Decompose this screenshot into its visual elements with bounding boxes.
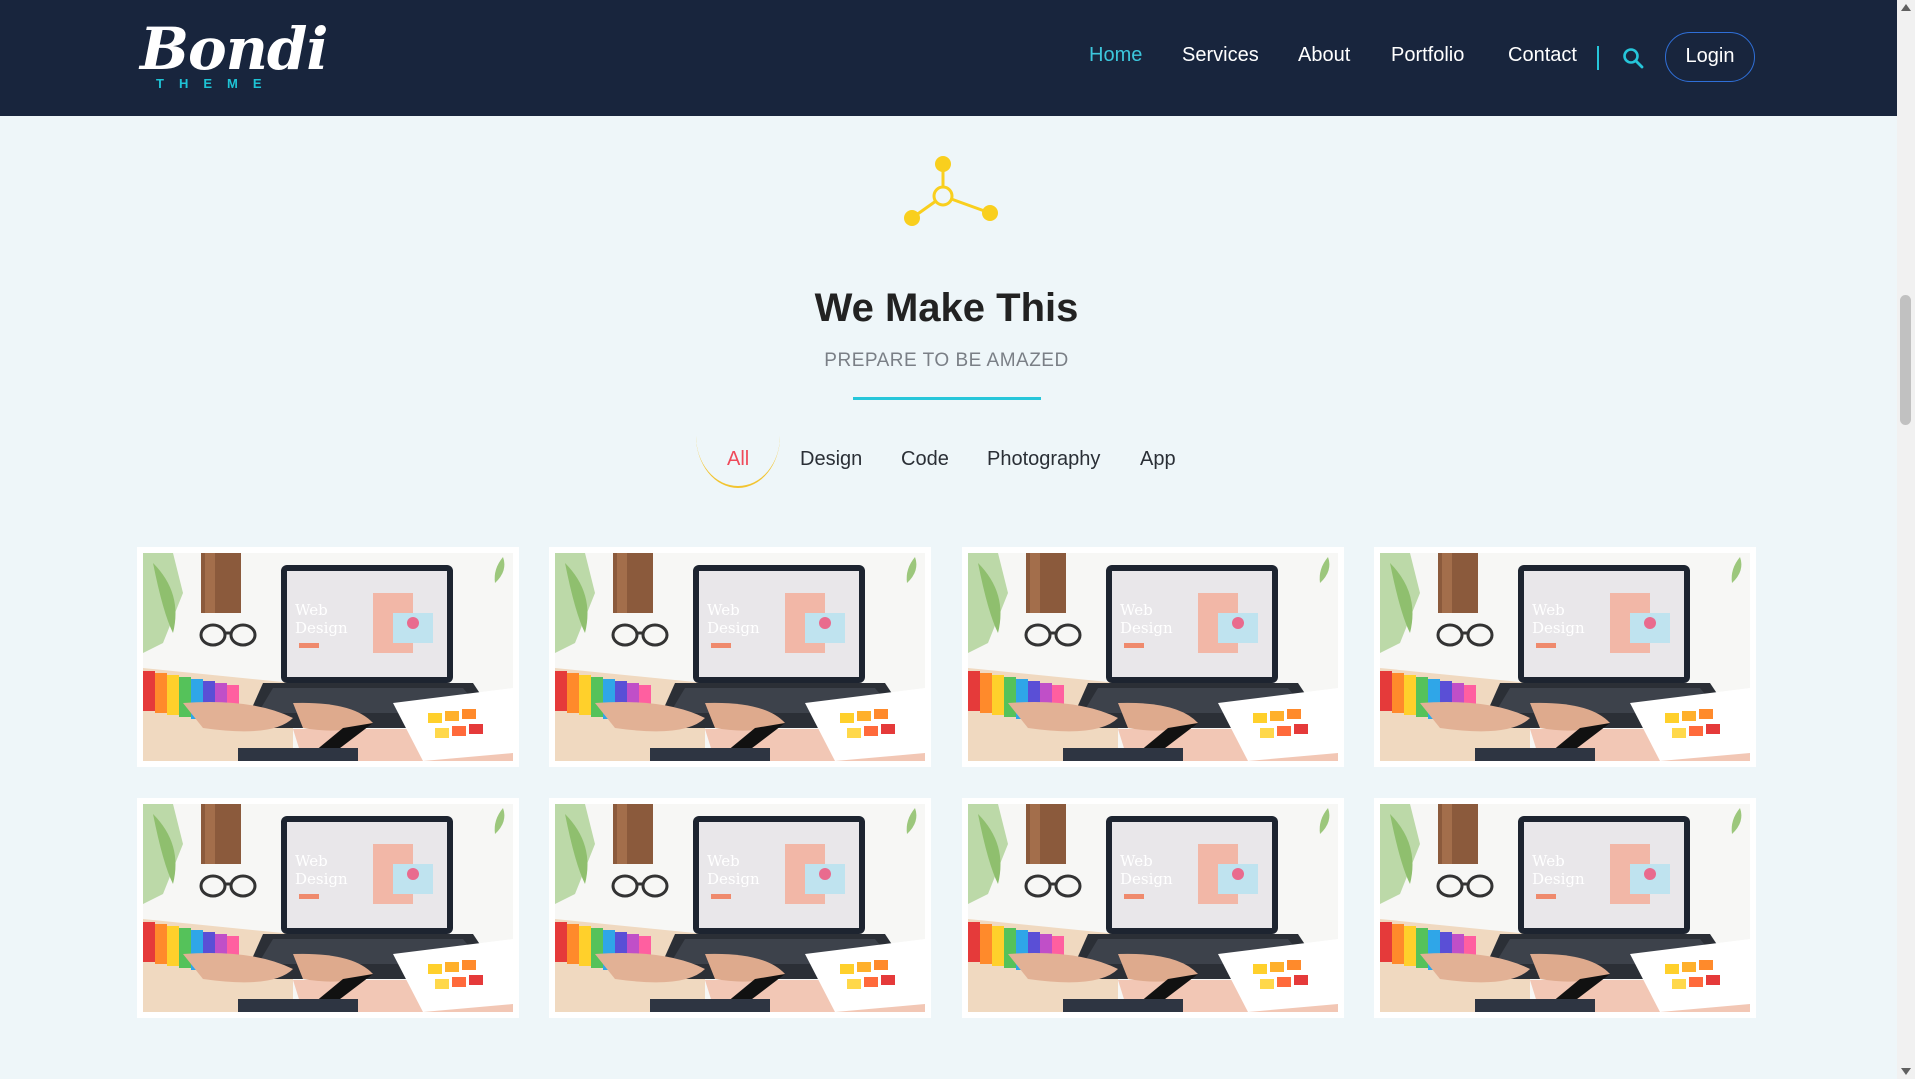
- section-subtitle: PREPARE TO BE AMAZED: [824, 350, 1069, 371]
- nav-link-portfolio[interactable]: Portfolio: [1391, 44, 1464, 67]
- filter-photography[interactable]: Photography: [987, 448, 1100, 471]
- nav-link-about[interactable]: About: [1298, 44, 1350, 67]
- portfolio-thumbnail: [968, 553, 1338, 761]
- filter-code[interactable]: Code: [901, 448, 949, 471]
- portfolio-item[interactable]: [962, 798, 1344, 1018]
- portfolio-thumbnail: [143, 553, 513, 761]
- share-network-icon: [904, 156, 998, 226]
- portfolio-thumbnail: [143, 804, 513, 1012]
- scrollbar-thumb[interactable]: [1900, 295, 1911, 425]
- title-underline: [853, 397, 1041, 400]
- brand-logo[interactable]: Bondi THEME: [138, 14, 328, 96]
- nav-link-services[interactable]: Services: [1182, 44, 1259, 67]
- portfolio-thumbnail: [968, 804, 1338, 1012]
- filter-design[interactable]: Design: [800, 448, 862, 471]
- brand-logo-tagline: THEME: [156, 76, 277, 91]
- page-scrollbar[interactable]: [1897, 0, 1915, 1079]
- nav-link-contact[interactable]: Contact: [1508, 44, 1577, 67]
- portfolio-item[interactable]: [137, 798, 519, 1018]
- portfolio-item[interactable]: [962, 547, 1344, 767]
- brand-logo-name: Bondi: [140, 15, 328, 83]
- nav-divider: [1597, 46, 1599, 70]
- portfolio-item[interactable]: [549, 798, 931, 1018]
- portfolio-item[interactable]: [1374, 547, 1756, 767]
- portfolio-thumbnail: [555, 804, 925, 1012]
- filter-app[interactable]: App: [1140, 448, 1176, 471]
- scroll-down-arrow-icon[interactable]: [1901, 1068, 1911, 1075]
- portfolio-item[interactable]: [549, 547, 931, 767]
- portfolio-thumbnail: [1380, 553, 1750, 761]
- search-icon[interactable]: [1621, 46, 1645, 70]
- section-title: We Make This: [814, 286, 1079, 330]
- portfolio-item[interactable]: [137, 547, 519, 767]
- portfolio-thumbnail: [1380, 804, 1750, 1012]
- top-navbar: Bondi THEME Home Services About Portfoli…: [0, 0, 1897, 116]
- login-button[interactable]: Login: [1665, 32, 1755, 82]
- portfolio-thumbnail: [555, 553, 925, 761]
- portfolio-item[interactable]: [1374, 798, 1756, 1018]
- filter-all[interactable]: All: [727, 448, 749, 471]
- nav-link-home[interactable]: Home: [1089, 44, 1142, 67]
- scroll-up-arrow-icon[interactable]: [1901, 4, 1911, 11]
